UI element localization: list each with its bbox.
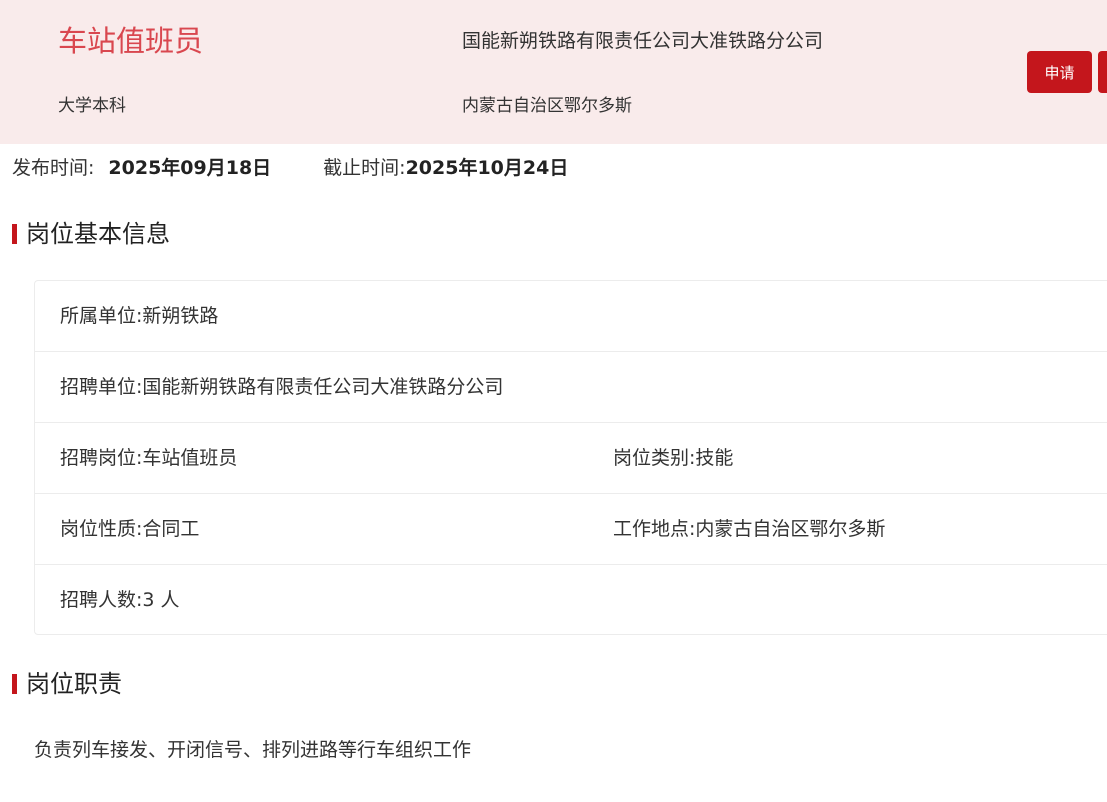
info-cell-employer: 招聘单位:国能新朔铁路有限责任公司大准铁路分公司	[60, 376, 504, 398]
deadline-value: 2025年10月24日	[405, 157, 569, 179]
basic-info-table: 所属单位:新朔铁路 招聘单位:国能新朔铁路有限责任公司大准铁路分公司 招聘岗位:…	[34, 280, 1107, 635]
section-title-duties: 岗位职责	[12, 668, 122, 700]
info-row: 招聘岗位:车站值班员 岗位类别:技能	[35, 423, 1107, 494]
info-row: 岗位性质:合同工 工作地点:内蒙古自治区鄂尔多斯	[35, 494, 1107, 565]
job-location: 内蒙古自治区鄂尔多斯	[462, 96, 632, 116]
info-cell-nature: 岗位性质:合同工	[60, 518, 200, 540]
info-cell-position: 招聘岗位:车站值班员	[60, 447, 238, 469]
job-header: 车站值班员 大学本科 国能新朔铁路有限责任公司大准铁路分公司 内蒙古自治区鄂尔多…	[0, 0, 1107, 144]
secondary-button[interactable]	[1098, 51, 1107, 93]
job-title: 车站值班员	[58, 24, 204, 58]
info-cell-category: 岗位类别:技能	[613, 447, 734, 469]
info-row: 招聘人数:3 人	[35, 565, 1107, 636]
education-requirement: 大学本科	[58, 96, 126, 116]
info-cell-work-location: 工作地点:内蒙古自治区鄂尔多斯	[613, 518, 886, 540]
info-row: 所属单位:新朔铁路	[35, 281, 1107, 352]
publish-date-label: 发布时间:	[12, 157, 95, 179]
info-cell-headcount: 招聘人数:3 人	[60, 589, 180, 611]
duty-description: 负责列车接发、开闭信号、排列进路等行车组织工作	[34, 739, 472, 761]
info-row: 招聘单位:国能新朔铁路有限责任公司大准铁路分公司	[35, 352, 1107, 423]
apply-button[interactable]: 申请	[1027, 51, 1092, 93]
date-info: 发布时间: 2025年09月18日 截止时间:2025年10月24日	[12, 154, 568, 182]
company-name: 国能新朔铁路有限责任公司大准铁路分公司	[462, 30, 824, 52]
publish-date-value: 2025年09月18日	[108, 157, 272, 179]
section-title-basic-info: 岗位基本信息	[12, 218, 170, 250]
deadline-label: 截止时间:	[323, 157, 406, 179]
info-cell-unit: 所属单位:新朔铁路	[60, 305, 219, 327]
